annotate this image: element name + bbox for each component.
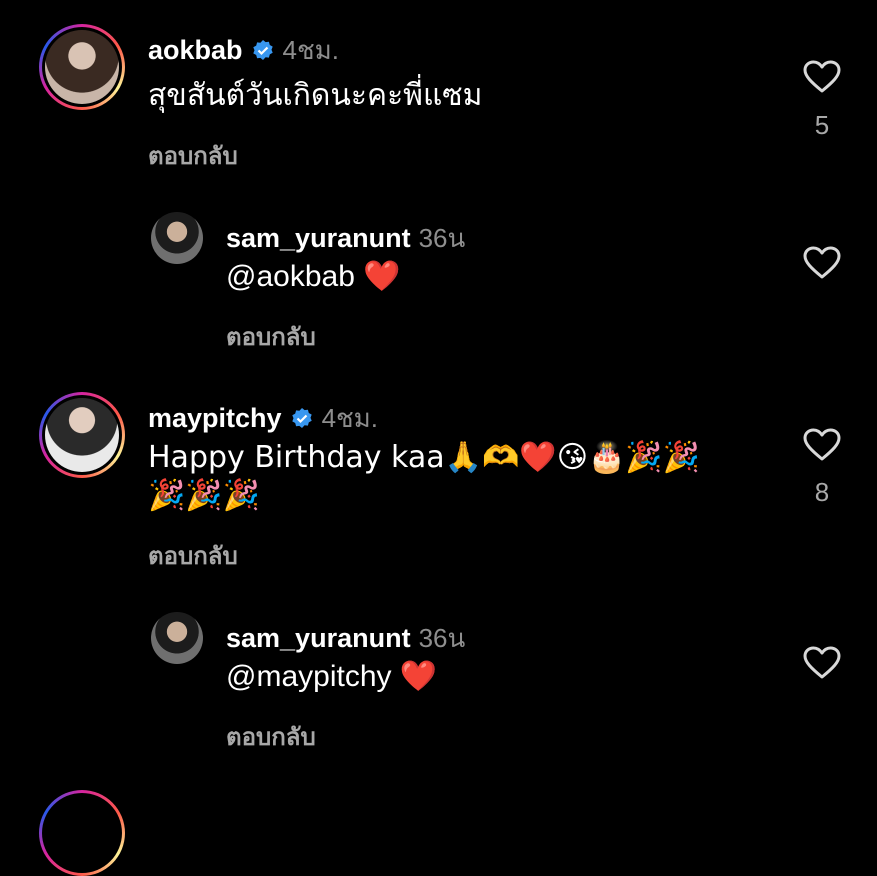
avatar[interactable]: [151, 212, 203, 264]
mention-link[interactable]: @aokbab: [226, 260, 355, 293]
heart-emoji: ❤️: [363, 259, 401, 294]
avatar[interactable]: [151, 612, 203, 664]
avatar-story-ring[interactable]: [39, 24, 125, 110]
heart-outline-icon[interactable]: [803, 646, 841, 680]
heart-outline-icon[interactable]: [803, 60, 841, 94]
avatar-story-ring[interactable]: [39, 392, 125, 478]
username[interactable]: sam_yuranunt: [226, 223, 411, 254]
heart-outline-icon[interactable]: [803, 246, 841, 280]
verified-badge-icon: [291, 407, 312, 428]
avatar-story-ring[interactable]: [39, 790, 125, 876]
heart-emoji: ❤️: [399, 659, 438, 694]
timestamp: 36น: [418, 623, 466, 653]
timestamp: 36น: [418, 223, 466, 253]
comment-text: สุขสันต์วันเกิดนะคะพี่แซม: [148, 79, 483, 112]
username[interactable]: aokbab: [148, 35, 243, 66]
heart-outline-icon[interactable]: [803, 428, 841, 462]
avatar: [45, 30, 119, 104]
username[interactable]: maypitchy: [148, 403, 282, 434]
mention-link[interactable]: @maypitchy: [226, 660, 392, 693]
timestamp: 4ชม.: [321, 403, 379, 433]
reply-button[interactable]: ตอบกลับ: [226, 317, 316, 356]
comment-text-line-2: 🎉🎉🎉: [148, 478, 261, 513]
timestamp: 4ชม.: [282, 35, 339, 65]
verified-badge-icon: [252, 39, 273, 60]
like-count[interactable]: 8: [803, 477, 841, 508]
reply-button[interactable]: ตอบกลับ: [148, 536, 238, 575]
reply-button[interactable]: ตอบกลับ: [226, 717, 316, 756]
comment-text-line-1: Happy Birthday kaa🙏🫶❤️😘🎂🎉🎉: [148, 440, 701, 475]
reply-button[interactable]: ตอบกลับ: [148, 136, 238, 175]
username[interactable]: sam_yuranunt: [226, 623, 411, 654]
like-count[interactable]: 5: [803, 110, 841, 141]
avatar: [45, 398, 119, 472]
